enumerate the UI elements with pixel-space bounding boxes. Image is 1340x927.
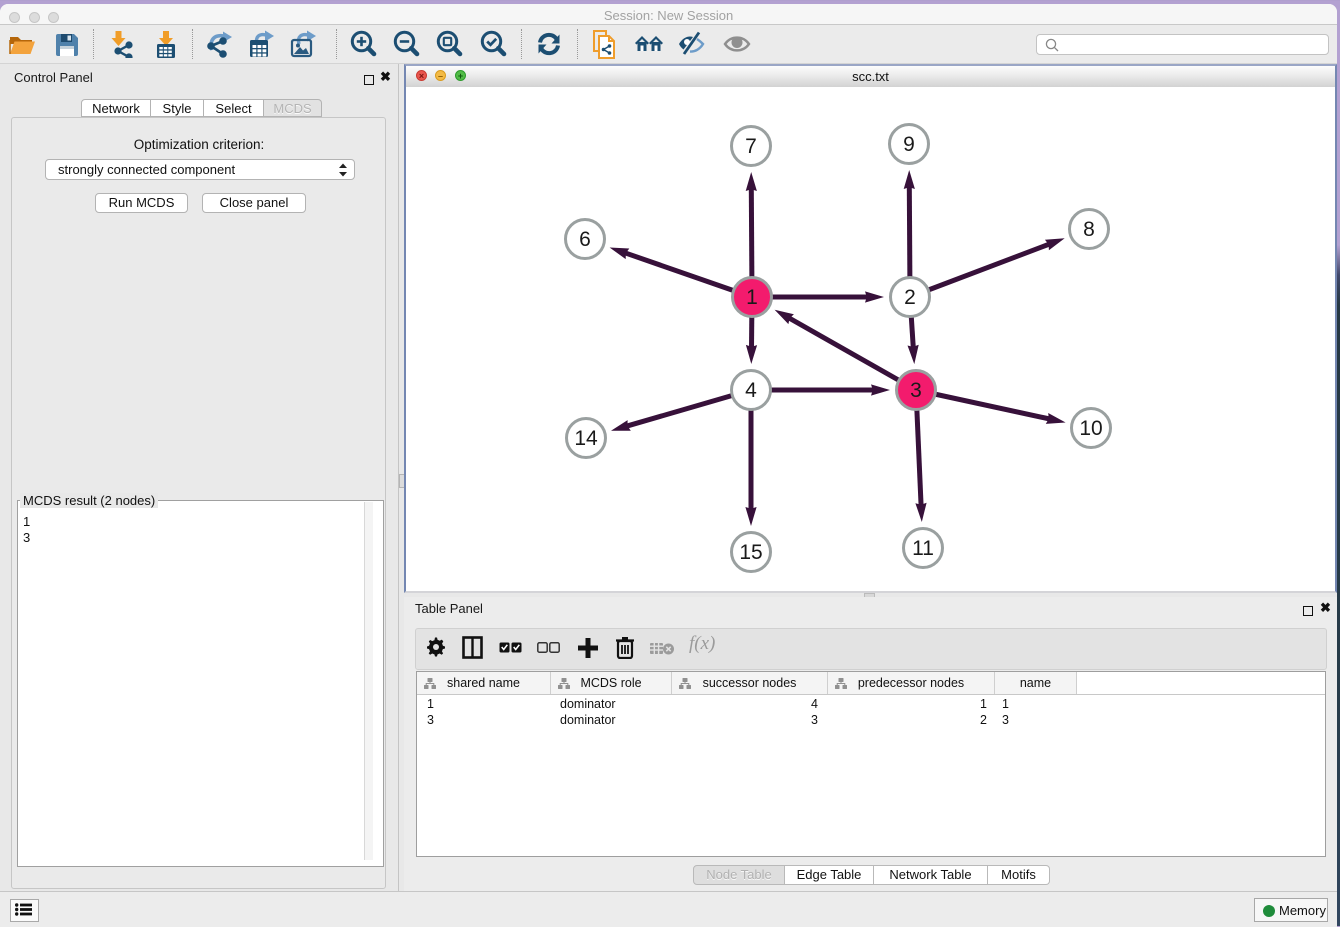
svg-text:4: 4 (745, 379, 757, 402)
svg-text:15: 15 (739, 541, 762, 564)
svg-text:11: 11 (912, 537, 934, 560)
svg-text:7: 7 (745, 135, 757, 158)
svg-text:2: 2 (904, 286, 916, 309)
svg-text:9: 9 (903, 133, 915, 156)
svg-text:3: 3 (910, 379, 922, 402)
svg-text:14: 14 (574, 427, 598, 450)
svg-text:1: 1 (746, 286, 758, 309)
svg-text:8: 8 (1083, 218, 1095, 241)
svg-text:10: 10 (1079, 417, 1102, 440)
svg-text:6: 6 (579, 228, 591, 251)
